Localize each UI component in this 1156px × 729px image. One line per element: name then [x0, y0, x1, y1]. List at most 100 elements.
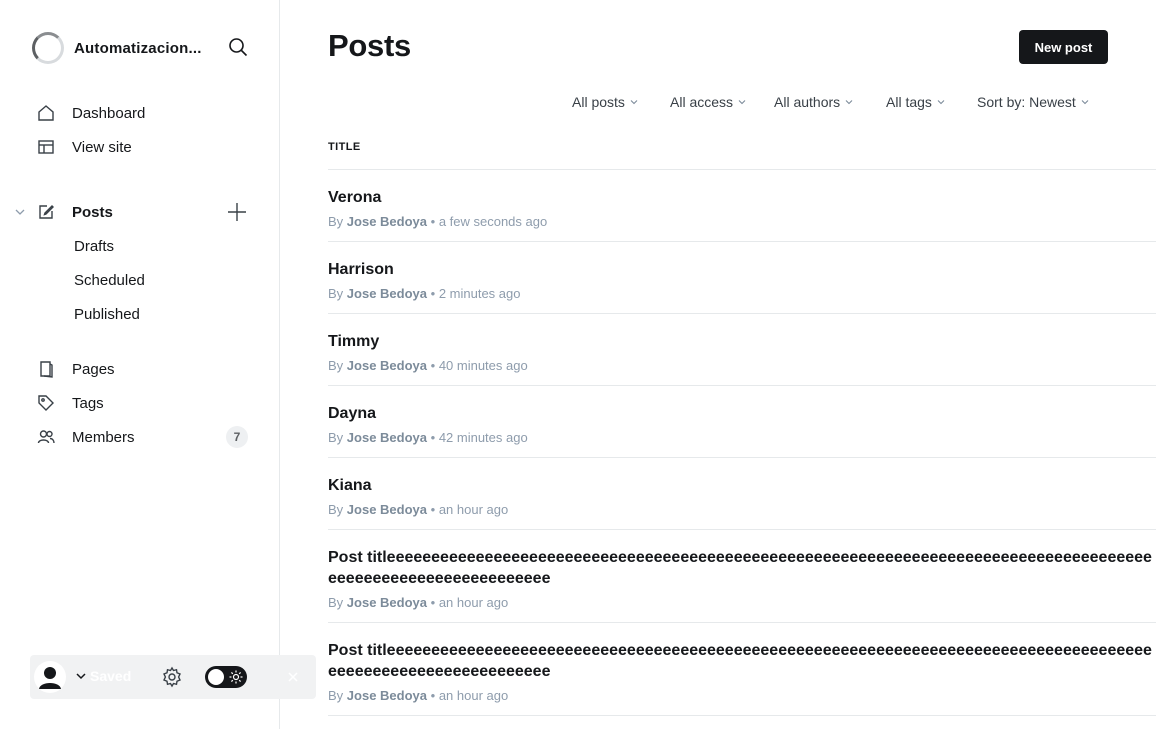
chevron-down-icon — [630, 100, 638, 105]
nav-posts[interactable]: Posts — [15, 195, 252, 229]
user-bar: Saved — [30, 655, 316, 699]
post-time: an hour ago — [438, 595, 509, 610]
chevron-down-icon — [738, 100, 746, 105]
members-icon — [36, 427, 56, 447]
close-icon[interactable] — [285, 669, 301, 685]
filter-bar: All posts All access All authors All tag… — [328, 94, 1156, 114]
nav-tags[interactable]: Tags — [36, 386, 252, 420]
post-time: an hour ago — [438, 502, 509, 517]
post-row[interactable]: Kiana By Jose Bedoya • an hour ago — [328, 458, 1156, 530]
post-by: By — [328, 688, 344, 703]
post-meta: By Jose Bedoya • an hour ago — [328, 687, 1156, 705]
new-post-button[interactable]: New post — [1019, 30, 1108, 64]
post-separator: • — [430, 502, 436, 517]
post-time: 42 minutes ago — [438, 430, 528, 445]
post-time: 2 minutes ago — [438, 286, 521, 301]
post-author: Jose Bedoya — [346, 358, 427, 373]
gear-icon[interactable] — [161, 666, 183, 688]
nav-pages[interactable]: Pages — [36, 352, 252, 386]
main-content: Posts New post All posts All access All … — [328, 0, 1156, 729]
post-by: By — [328, 358, 344, 373]
post-title: Verona — [328, 189, 382, 206]
avatar[interactable] — [34, 661, 66, 693]
post-separator: • — [430, 358, 436, 373]
plus-icon[interactable] — [226, 201, 248, 223]
post-meta: By Jose Bedoya • an hour ago — [328, 501, 1156, 519]
filter-sort-label: Sort by: Newest — [977, 94, 1076, 110]
nav-drafts[interactable]: Drafts — [36, 229, 252, 263]
post-row[interactable]: Post titleeeeeeeeeeeeeeeeeeeeeeeeeeeeeee… — [328, 623, 1156, 716]
page-title: Posts — [328, 28, 411, 63]
site-name: Automatizacion... — [74, 39, 202, 57]
filter-type[interactable]: All posts — [572, 94, 638, 110]
filter-type-label: All posts — [572, 94, 625, 110]
post-separator: • — [430, 286, 436, 301]
post-time: a few seconds ago — [438, 214, 548, 229]
post-row[interactable]: Dayna By Jose Bedoya • 42 minutes ago — [328, 386, 1156, 458]
post-row[interactable]: Post titleeeeeeeeeeeeeeeeeeeeeeeeeeeeeee… — [328, 530, 1156, 623]
post-row[interactable]: Verona By Jose Bedoya • a few seconds ag… — [328, 170, 1156, 242]
members-count-badge: 7 — [226, 426, 248, 448]
post-author: Jose Bedoya — [346, 502, 427, 517]
chevron-down-icon[interactable] — [74, 669, 88, 683]
post-separator: • — [430, 595, 436, 610]
primary-nav: Dashboard View site — [36, 96, 252, 164]
page-icon — [36, 359, 56, 379]
secondary-nav: Pages Tags Members 7 — [36, 352, 252, 454]
nav-tags-label: Tags — [72, 394, 104, 412]
chevron-down-icon — [1081, 100, 1089, 105]
toggle-knob — [208, 669, 224, 685]
post-author: Jose Bedoya — [346, 688, 427, 703]
tag-icon — [36, 393, 56, 413]
post-row[interactable]: Timmy By Jose Bedoya • 40 minutes ago — [328, 314, 1156, 386]
layout-icon — [36, 137, 56, 157]
nav-published[interactable]: Published — [36, 297, 252, 331]
post-row[interactable]: Harrison By Jose Bedoya • 2 minutes ago — [328, 242, 1156, 314]
filter-sort[interactable]: Sort by: Newest — [977, 94, 1089, 110]
save-status: Saved — [90, 668, 132, 684]
nav-dashboard-label: Dashboard — [72, 104, 146, 122]
post-title: Post titleeeeeeeeeeeeeeeeeeeeeeeeeeeeeee… — [328, 549, 1152, 587]
nav-members-label: Members — [72, 428, 135, 446]
post-author: Jose Bedoya — [346, 430, 427, 445]
nav-scheduled[interactable]: Scheduled — [36, 263, 252, 297]
post-author: Jose Bedoya — [346, 595, 427, 610]
filter-tags-label: All tags — [886, 94, 932, 110]
post-meta: By Jose Bedoya • a few seconds ago — [328, 213, 1156, 231]
post-by: By — [328, 214, 344, 229]
site-logo-icon — [32, 32, 64, 64]
post-separator: • — [430, 688, 436, 703]
content-nav: Posts Drafts Scheduled Published — [15, 195, 252, 331]
column-header-title: TITLE — [328, 141, 361, 153]
post-time: an hour ago — [438, 688, 509, 703]
site-brand[interactable]: Automatizacion... — [32, 32, 252, 64]
filter-access[interactable]: All access — [670, 94, 746, 110]
post-by: By — [328, 502, 344, 517]
post-meta: By Jose Bedoya • 2 minutes ago — [328, 285, 1156, 303]
post-title: Timmy — [328, 333, 380, 350]
search-icon[interactable] — [228, 37, 248, 57]
filter-authors[interactable]: All authors — [774, 94, 853, 110]
post-by: By — [328, 595, 344, 610]
post-separator: • — [430, 214, 436, 229]
nav-members[interactable]: Members 7 — [36, 420, 252, 454]
post-time: 40 minutes ago — [438, 358, 528, 373]
sun-icon — [229, 670, 243, 684]
edit-icon — [36, 202, 56, 222]
post-author: Jose Bedoya — [346, 214, 427, 229]
sidebar: Automatizacion... Dashboard View site Po… — [0, 0, 316, 729]
theme-toggle[interactable] — [205, 666, 247, 688]
filter-tags[interactable]: All tags — [886, 94, 945, 110]
post-title: Dayna — [328, 405, 377, 422]
chevron-down-icon[interactable] — [14, 206, 26, 218]
post-meta: By Jose Bedoya • 40 minutes ago — [328, 357, 1156, 375]
nav-view-site[interactable]: View site — [36, 130, 252, 164]
nav-posts-label: Posts — [72, 203, 113, 221]
chevron-down-icon — [937, 100, 945, 105]
post-by: By — [328, 286, 344, 301]
post-meta: By Jose Bedoya • an hour ago — [328, 594, 1156, 612]
filter-authors-label: All authors — [774, 94, 841, 110]
home-icon — [36, 103, 56, 123]
nav-dashboard[interactable]: Dashboard — [36, 96, 252, 130]
chevron-down-icon — [845, 100, 853, 105]
